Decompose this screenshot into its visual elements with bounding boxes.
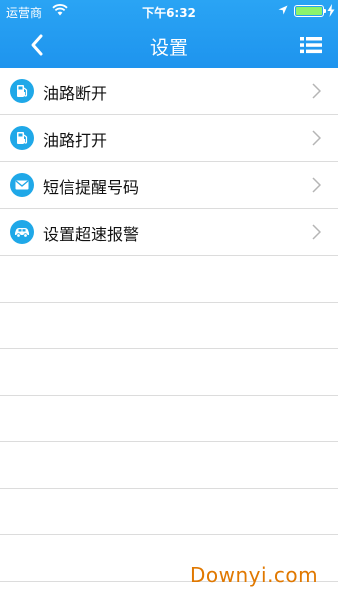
- navigation-bar: 设置: [0, 22, 338, 68]
- empty-row: [0, 489, 338, 535]
- menu-item-label: 短信提醒号码: [43, 178, 140, 197]
- empty-row: [0, 256, 338, 303]
- list-menu-icon[interactable]: [300, 36, 322, 54]
- watermark: Downyi.com: [190, 563, 319, 587]
- header: 运营商 下午6:32 设置: [0, 0, 338, 68]
- status-bar: 运营商 下午6:32: [0, 0, 338, 22]
- menu-item-sms-number[interactable]: 短信提醒号码: [0, 162, 338, 209]
- menu-item-overspeed-alarm[interactable]: 设置超速报警: [0, 209, 338, 256]
- menu-item-label: 设置超速报警: [43, 225, 140, 244]
- chevron-right-icon: [312, 130, 321, 146]
- charging-bolt-icon: [327, 4, 335, 17]
- battery-tip: [324, 9, 326, 13]
- menu-item-label: 油路打开: [43, 131, 108, 150]
- battery-icon: [294, 5, 326, 17]
- menu-item-fuel-open[interactable]: 油路打开: [0, 115, 338, 162]
- chevron-right-icon: [312, 83, 321, 99]
- empty-row: [0, 349, 338, 396]
- chevron-right-icon: [312, 224, 321, 240]
- menu-item-fuel-cut[interactable]: 油路断开: [0, 68, 338, 115]
- menu-item-label: 油路断开: [43, 84, 108, 103]
- fuel-pump-icon: [10, 79, 34, 103]
- location-arrow-icon: [278, 5, 288, 15]
- battery-level-fill: [296, 7, 322, 15]
- settings-list: 油路断开 油路打开 短信提醒号码 设置超速报警: [0, 68, 338, 582]
- fuel-pump-icon: [10, 126, 34, 150]
- page-title: 设置: [149, 37, 188, 59]
- chevron-right-icon: [312, 177, 321, 193]
- car-icon: [10, 220, 34, 244]
- empty-row: [0, 303, 338, 349]
- empty-row: [0, 396, 338, 442]
- envelope-icon: [10, 173, 34, 197]
- empty-row: [0, 442, 338, 489]
